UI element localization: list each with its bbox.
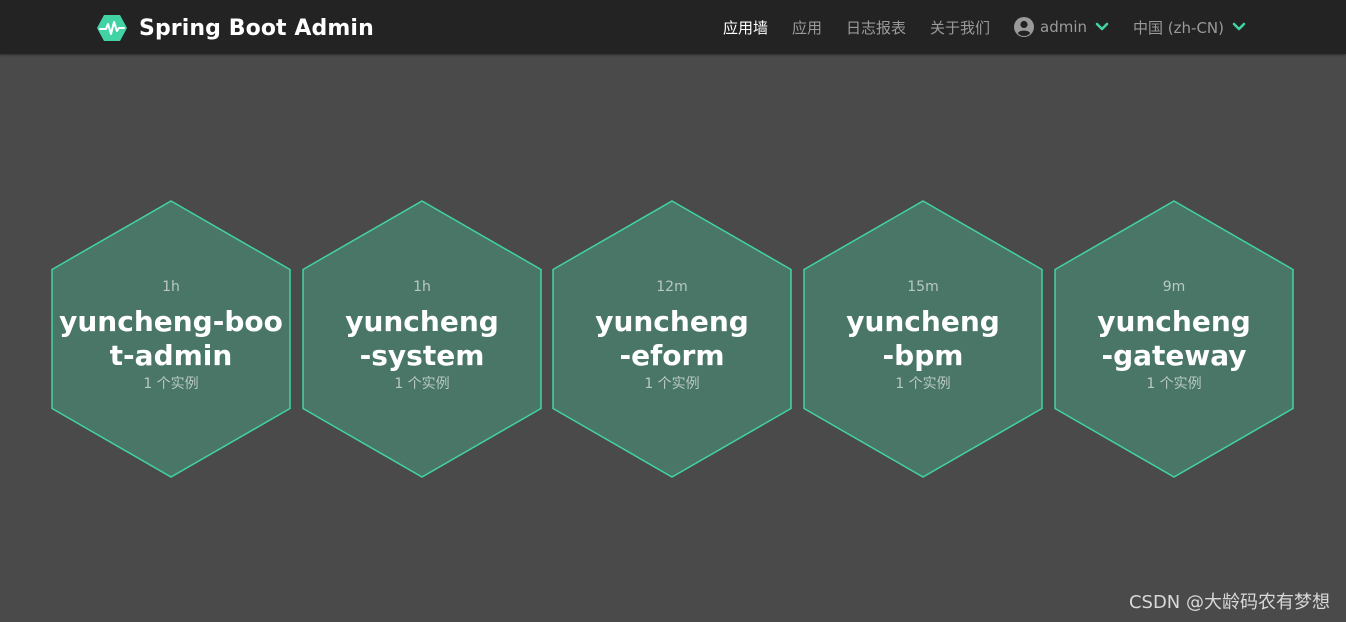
application-uptime: 15m bbox=[907, 279, 939, 295]
application-name: yuncheng-boot-admin bbox=[59, 305, 283, 372]
application-name: yuncheng-eform bbox=[595, 305, 749, 372]
application-uptime: 1h bbox=[413, 279, 431, 295]
nav-item-wallboard[interactable]: 应用墙 bbox=[723, 17, 768, 38]
nav-menu: 应用墙 应用 日志报表 关于我们 admin 中国 (zh-CN) bbox=[699, 0, 1246, 54]
application-hexagon[interactable]: 15m yuncheng-bpm 1 个实例 bbox=[802, 200, 1044, 478]
top-navbar: Spring Boot Admin 应用墙 应用 日志报表 关于我们 admin… bbox=[0, 0, 1346, 54]
application-hexagon[interactable]: 12m yuncheng-eform 1 个实例 bbox=[551, 200, 793, 478]
nav-item-about[interactable]: 关于我们 bbox=[930, 17, 990, 38]
language-menu-label: 中国 (zh-CN) bbox=[1133, 18, 1224, 37]
application-name: yuncheng-gateway bbox=[1097, 305, 1251, 372]
application-wall: 1h yuncheng-boot-admin 1 个实例 1h yuncheng… bbox=[50, 200, 1300, 480]
application-name: yuncheng-system bbox=[345, 305, 499, 372]
user-circle-icon bbox=[1014, 17, 1035, 37]
brand-link[interactable]: Spring Boot Admin bbox=[96, 12, 374, 44]
application-instance-count: 1 个实例 bbox=[895, 376, 951, 392]
application-uptime: 9m bbox=[1162, 279, 1186, 295]
application-instance-count: 1 个实例 bbox=[644, 376, 700, 392]
language-menu[interactable]: 中国 (zh-CN) bbox=[1133, 17, 1246, 38]
brand-title: Spring Boot Admin bbox=[139, 15, 374, 41]
application-instance-count: 1 个实例 bbox=[1146, 376, 1202, 392]
application-uptime: 1h bbox=[162, 279, 180, 295]
application-instance-count: 1 个实例 bbox=[394, 376, 450, 392]
user-menu[interactable]: admin bbox=[1014, 17, 1109, 37]
application-name: yuncheng-bpm bbox=[846, 305, 1000, 372]
application-instance-count: 1 个实例 bbox=[143, 376, 199, 392]
application-hexagon[interactable]: 9m yuncheng-gateway 1 个实例 bbox=[1053, 200, 1295, 478]
user-menu-label: admin bbox=[1040, 18, 1088, 36]
application-uptime: 12m bbox=[656, 279, 688, 295]
chevron-down-icon bbox=[1095, 22, 1109, 31]
application-hexagon[interactable]: 1h yuncheng-system 1 个实例 bbox=[301, 200, 543, 478]
chevron-down-icon bbox=[1232, 22, 1246, 31]
heartbeat-hexagon-icon bbox=[97, 15, 127, 41]
application-hexagon[interactable]: 1h yuncheng-boot-admin 1 个实例 bbox=[50, 200, 292, 478]
csdn-watermark: CSDN @大龄码农有梦想 bbox=[1128, 592, 1330, 613]
nav-item-log-reports[interactable]: 日志报表 bbox=[846, 17, 906, 38]
nav-item-applications[interactable]: 应用 bbox=[792, 17, 822, 38]
